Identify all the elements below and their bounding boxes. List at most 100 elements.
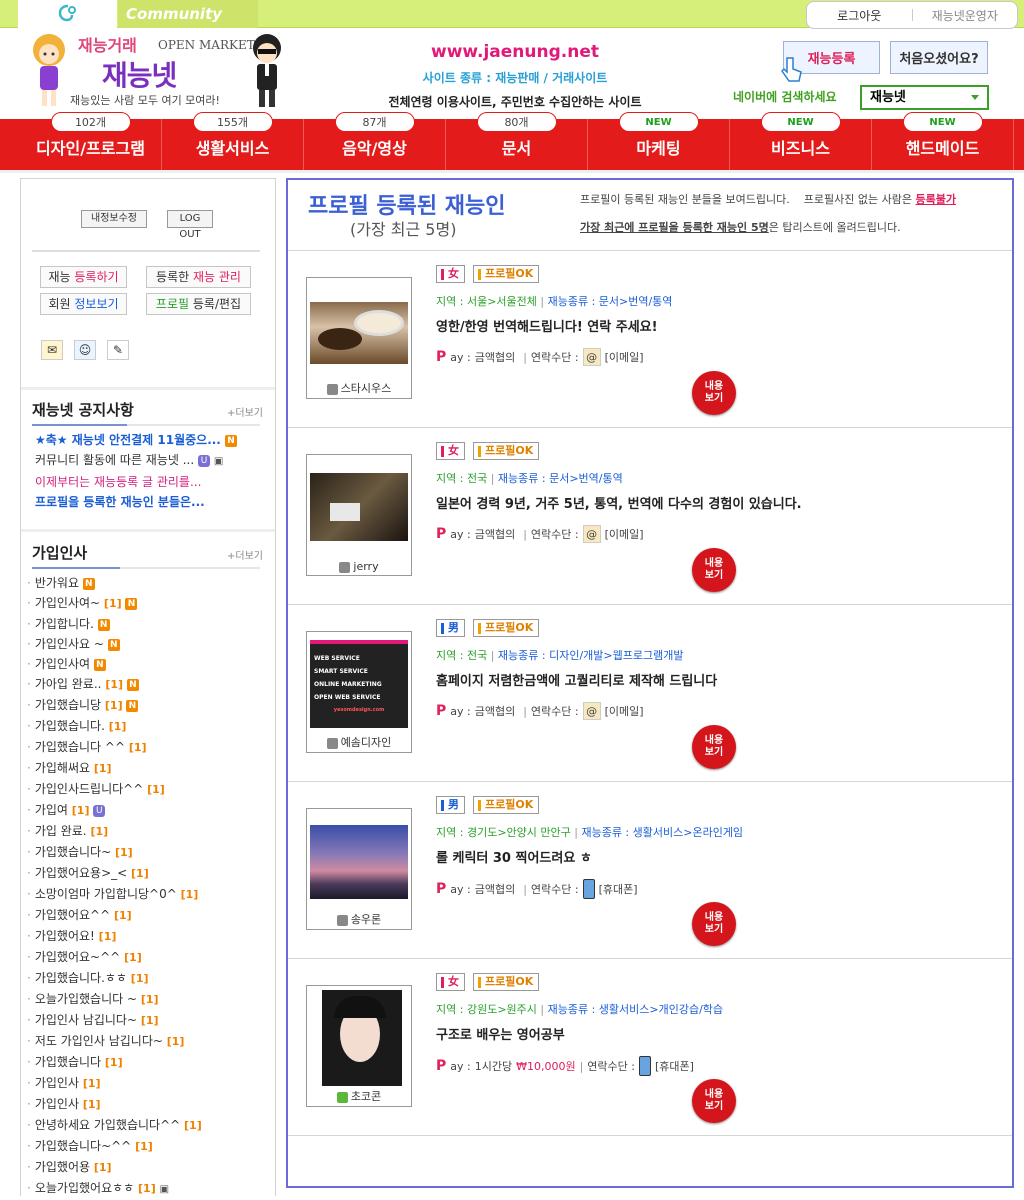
comment-count: [1] — [90, 825, 109, 838]
greeting-item[interactable]: 가입했습니다 [1] — [27, 1052, 267, 1073]
greeting-item[interactable]: 반가워요 N — [27, 573, 267, 593]
email-icon: @ — [582, 525, 601, 543]
notice-item[interactable]: 프로필을 등록한 재능인 분들은... — [35, 492, 265, 512]
comment-count: [1] — [130, 972, 149, 985]
user-level-icon — [336, 914, 348, 926]
contact-value: [휴대폰] — [598, 883, 638, 896]
card-title[interactable]: 구조로 배우는 영어공부 — [436, 1024, 565, 1043]
profile-name[interactable]: 예솜디자인 — [307, 734, 411, 750]
greeting-item[interactable]: 안녕하세요 가입했습니다^^ [1] — [27, 1115, 267, 1136]
greeting-item[interactable]: 가입했습니다. [1] — [27, 716, 267, 737]
site-url[interactable]: www.jaenung.net — [380, 42, 650, 62]
greeting-item[interactable]: 가입했습니다 ^^ [1] — [27, 737, 267, 758]
profile-name[interactable]: 초코콘 — [307, 1088, 411, 1104]
greeting-text: 가입했습니당 — [34, 698, 102, 712]
view-detail-button[interactable]: 내용 보기 — [692, 371, 736, 415]
menu-label-accent: 정보보기 — [74, 297, 119, 311]
notice-item[interactable]: 이제부터는 재능등록 글 관리를... — [35, 472, 265, 492]
divider-accent — [32, 424, 127, 426]
nav-label: 핸드메이드 — [905, 139, 980, 158]
greeting-item[interactable]: 가아입 완료.. [1] N — [27, 674, 267, 695]
greeting-text: 가입인사여~ — [34, 596, 101, 610]
greeting-item[interactable]: 가입인사 [1] — [27, 1073, 267, 1094]
greeting-item[interactable]: 가입했어요! [1] — [27, 926, 267, 947]
chevron-down-icon — [971, 95, 979, 100]
greeting-item[interactable]: 가입합니다. N — [27, 614, 267, 634]
view-detail-button[interactable]: 내용 보기 — [692, 548, 736, 592]
greeting-item[interactable]: 오늘가입했어요ㅎㅎ [1] ▣ — [27, 1178, 267, 1200]
nav-item-handmade[interactable]: NEW 핸드메이드 — [872, 112, 1014, 170]
member-info-link[interactable]: 회원 정보보기 — [40, 293, 127, 315]
profile-photo[interactable]: 송우론 — [306, 808, 412, 930]
nav-item-document[interactable]: 80개 문서 — [446, 112, 588, 170]
card-title[interactable]: 영한/한영 번역해드립니다! 연락 주세요! — [436, 316, 658, 335]
profile-name[interactable]: jerry — [307, 560, 411, 573]
notice-more-link[interactable]: +더보기 — [227, 404, 263, 419]
view-detail-button[interactable]: 내용 보기 — [692, 902, 736, 946]
profile-photo[interactable]: WEB SERVICE SMART SERVICE ONLINE MARKETING… — [306, 631, 412, 753]
profile-name-text: jerry — [353, 560, 379, 573]
note-icon[interactable]: ✉ — [41, 340, 63, 360]
comment-count: [1] — [135, 1140, 153, 1153]
home-tab[interactable] — [18, 0, 117, 28]
greeting-item[interactable]: 가입했습니다.ㅎㅎ [1] — [27, 968, 267, 989]
manage-talent-link[interactable]: 등록한 재능 관리 — [146, 266, 251, 288]
comment-count: [1] — [103, 597, 122, 610]
profile-photo[interactable]: 초코콘 — [306, 985, 412, 1107]
greeting-item[interactable]: 가입인사요 ~ N — [27, 634, 267, 654]
email-icon: @ — [582, 702, 601, 720]
card-title[interactable]: 일본어 경력 9년, 거주 5년, 통역, 번역에 다수의 경험이 있습니다. — [436, 493, 802, 512]
greetings-more-link[interactable]: +더보기 — [227, 547, 263, 562]
first-visit-button[interactable]: 처음오셨어요? — [890, 41, 988, 74]
greeting-item[interactable]: 가입했습니다~^^ [1] — [27, 1136, 267, 1157]
profile-edit-link[interactable]: 프로필 등록/편집 — [146, 293, 251, 315]
greeting-item[interactable]: 가입인사여 N — [27, 654, 267, 674]
card-title[interactable]: 홈페이지 저렴한금액에 고퀄리티로 제작해 드립니다 — [436, 670, 717, 689]
first-visit-label: 처음오셨어요? — [899, 52, 979, 67]
greeting-item[interactable]: 가입여 [1] U — [27, 800, 267, 821]
logo-title[interactable]: 재능넷 — [102, 54, 177, 94]
desc-accent: 등록불가 — [915, 193, 956, 206]
nav-item-business[interactable]: NEW 비즈니스 — [730, 112, 872, 170]
profile-photo[interactable]: 스타시우스 — [306, 277, 412, 399]
card-title[interactable]: 롤 케릭터 30 찍어드려요 ㅎ — [436, 847, 592, 866]
greeting-item[interactable]: 소망이엄마 가입합니당^0^ [1] — [27, 884, 267, 905]
greeting-item[interactable]: 가입했습니당 [1] N — [27, 695, 267, 716]
pencil-icon[interactable]: ✎ — [107, 340, 129, 360]
register-talent-link[interactable]: 재능 등록하기 — [40, 266, 127, 288]
naver-search-select[interactable]: 재능넷 — [860, 85, 989, 110]
logout-button[interactable]: LOG OUT — [167, 210, 213, 240]
edit-info-button[interactable]: 내정보수정 — [81, 210, 147, 228]
greeting-item[interactable]: 가입했어용 [1] — [27, 1157, 267, 1178]
greeting-item[interactable]: 가입했어요^^ [1] — [27, 905, 267, 926]
friends-icon[interactable]: ☺ — [74, 340, 96, 360]
nav-item-life[interactable]: 155개 생활서비스 — [162, 112, 304, 170]
greeting-item[interactable]: 오늘가입했습니다 ~ [1] — [27, 989, 267, 1010]
card-meta: 지역 : 서울>서울전체 | 재능종류 : 문서>번역/통역 — [436, 295, 673, 308]
greeting-item[interactable]: 가입 완료. [1] — [27, 821, 267, 842]
community-tab[interactable]: Community — [118, 0, 258, 28]
profile-photo[interactable]: jerry — [306, 454, 412, 576]
notice-text: 커뮤니티 활동에 따른 재능넷 ... — [35, 453, 195, 467]
nav-item-design[interactable]: 102개 디자인/프로그램 — [20, 112, 162, 170]
greeting-item[interactable]: 가입해써요 [1] — [27, 758, 267, 779]
greeting-item[interactable]: 가입인사드립니다^^ [1] — [27, 779, 267, 800]
notice-item[interactable]: 커뮤니티 활동에 따른 재능넷 ... U ▣ — [35, 450, 265, 472]
profile-name[interactable]: 송우론 — [307, 911, 411, 927]
greeting-item[interactable]: 가입했어요~^^ [1] — [27, 947, 267, 968]
greeting-item[interactable]: 저도 가입인사 남깁니다~ [1] — [27, 1031, 267, 1052]
logout-link[interactable]: 로그아웃 — [807, 7, 912, 24]
greeting-item[interactable]: 가입했어요용>_< [1] — [27, 863, 267, 884]
operator-link[interactable]: 재능넷운영자 — [913, 7, 1018, 24]
nav-item-marketing[interactable]: NEW 마케팅 — [588, 112, 730, 170]
nav-item-music[interactable]: 87개 음악/영상 — [304, 112, 446, 170]
notice-item[interactable]: ★축★ 재능넷 안전결제 11월중으... N — [35, 430, 265, 450]
greeting-item[interactable]: 가입했습니다~ [1] — [27, 842, 267, 863]
greeting-item[interactable]: 가입인사 [1] — [27, 1094, 267, 1115]
greeting-item[interactable]: 가입인사여~ [1] N — [27, 593, 267, 614]
view-detail-button[interactable]: 내용 보기 — [692, 1079, 736, 1123]
greeting-item[interactable]: 가입인사 남깁니다~ [1] — [27, 1010, 267, 1031]
profile-name[interactable]: 스타시우스 — [307, 380, 411, 396]
profile-ok-text: 프로필OK — [485, 798, 534, 811]
view-detail-button[interactable]: 내용 보기 — [692, 725, 736, 769]
